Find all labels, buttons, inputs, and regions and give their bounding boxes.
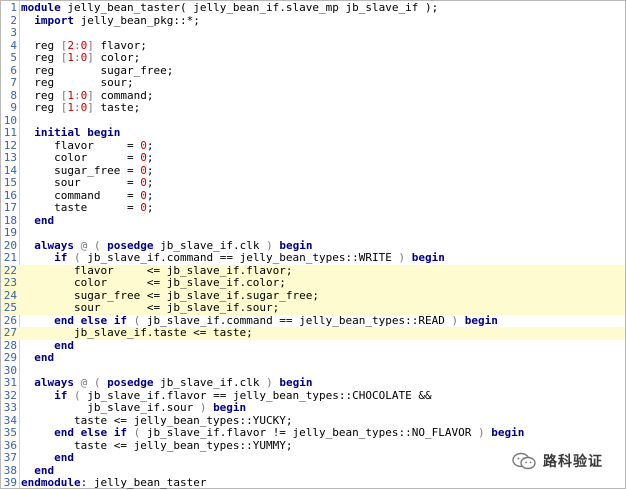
- code-line-2: 2 import jelly_bean_pkg::*;: [1, 13, 625, 28]
- line-number: 39: [3, 476, 17, 489]
- line-number: 7: [10, 76, 17, 89]
- line-text: reg [1:0] taste;: [21, 101, 141, 114]
- code-line-29: 29 end: [1, 351, 625, 365]
- line-number: 33: [3, 401, 17, 414]
- code-line-39: 39 endmodule: jelly_bean_taster: [1, 476, 625, 490]
- code-line-9: 9 reg [1:0] taste;: [1, 101, 625, 115]
- line-number: 37: [3, 451, 17, 464]
- line-text: import jelly_bean_pkg::*;: [34, 13, 200, 27]
- line-number: 31: [3, 376, 17, 389]
- line-number: 23: [3, 276, 17, 289]
- line-number: 27: [3, 326, 17, 339]
- line-number: 21: [3, 251, 17, 264]
- code-line-28: 28 end: [1, 339, 625, 353]
- line-number: 29: [3, 351, 17, 364]
- watermark: 路科验证: [511, 450, 603, 472]
- line-text: end: [34, 351, 55, 364]
- line-text: endmodule: jelly_bean_taster: [21, 476, 207, 489]
- line-number: 25: [3, 301, 17, 314]
- code-line-27: 27 jb_slave_if.taste <= taste;: [1, 326, 625, 340]
- line-number: 15: [3, 176, 17, 189]
- line-number: 9: [10, 101, 17, 114]
- code-editor[interactable]: 1 module jelly_bean_taster( jelly_bean_if…: [0, 0, 626, 489]
- line-number: 3: [10, 26, 17, 39]
- code-line-17: 17 taste = 0;: [1, 201, 625, 215]
- line-text: end: [34, 213, 55, 227]
- line-number: 5: [10, 51, 17, 64]
- line-number: 1: [10, 1, 17, 14]
- wechat-icon: [512, 452, 536, 470]
- line-number: 19: [3, 226, 17, 239]
- code-line-18: 18 end: [1, 213, 625, 228]
- line-number: 35: [3, 426, 17, 439]
- watermark-text: 路科验证: [543, 454, 603, 470]
- line-number: 11: [3, 126, 17, 139]
- line-number: 13: [3, 151, 17, 164]
- line-number: 17: [3, 201, 17, 214]
